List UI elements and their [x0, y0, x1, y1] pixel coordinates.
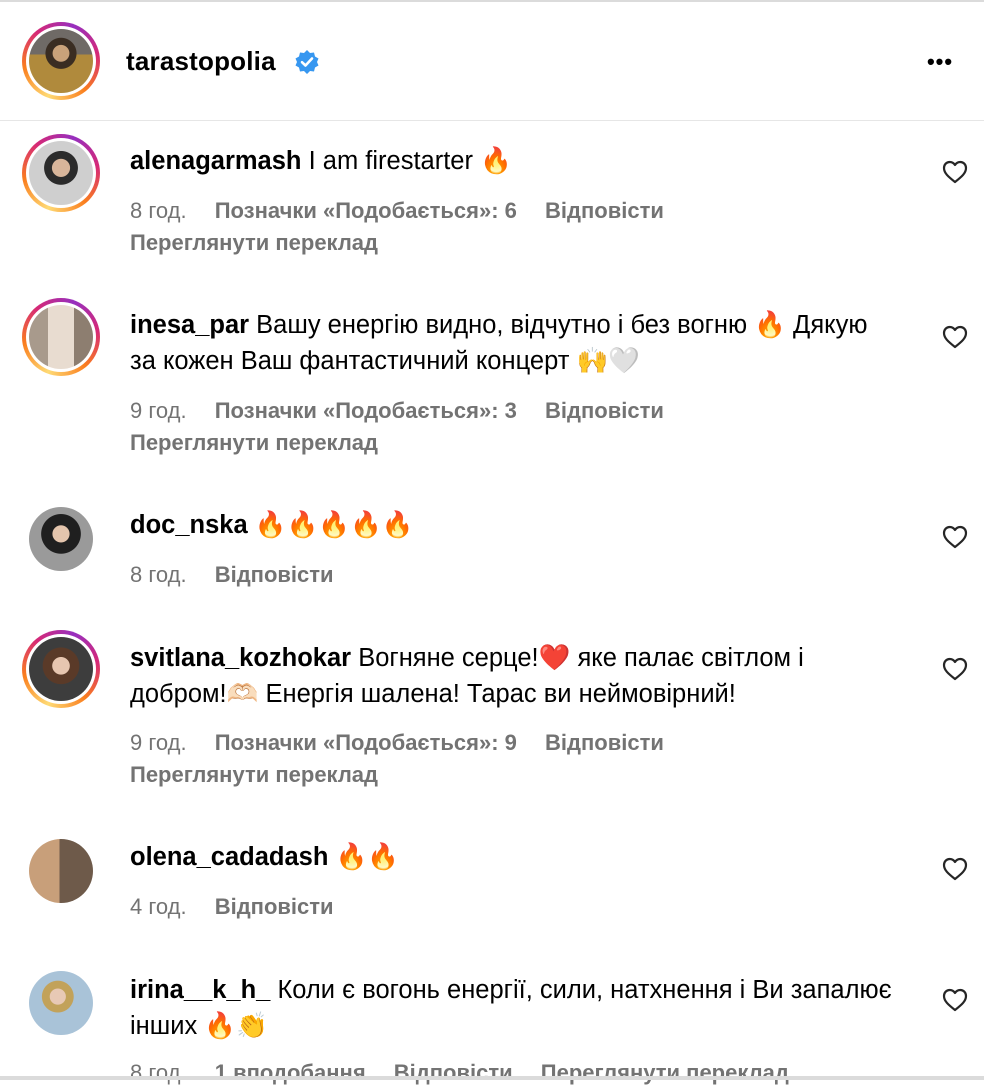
commenter-avatar[interactable]: [29, 637, 93, 701]
comment-likes[interactable]: Позначки «Подобається»: 9: [215, 730, 517, 755]
comment-username[interactable]: inesa_par: [130, 311, 249, 339]
heart-outline-icon[interactable]: [942, 325, 968, 349]
comment-meta: 4 год. Відповісти: [130, 894, 356, 920]
more-options-icon[interactable]: •••: [920, 48, 960, 76]
comment-likes[interactable]: Позначки «Подобається»: 3: [215, 398, 517, 423]
comment-username[interactable]: irina__k_h_: [130, 976, 270, 1004]
see-translation-button[interactable]: Переглянути переклад: [130, 762, 378, 788]
comment-username[interactable]: doc_nska: [130, 511, 248, 539]
comment-body: I am firestarter 🔥: [308, 147, 512, 175]
comment-text: alenagarmash I am firestarter 🔥: [130, 143, 900, 179]
comment-time[interactable]: 9 год.: [130, 730, 187, 755]
commenter-avatar[interactable]: [29, 507, 93, 571]
see-translation-button[interactable]: Переглянути переклад: [130, 230, 378, 256]
comment-meta: 9 год. Позначки «Подобається»: 3 Відпові…: [130, 398, 686, 424]
commenter-avatar[interactable]: [29, 305, 93, 369]
comment-meta: 8 год. Відповісти: [130, 562, 356, 588]
comment-time[interactable]: 4 год.: [130, 894, 187, 919]
comment-text: irina__k_h_ Коли є вогонь енергії, сили,…: [130, 972, 900, 1044]
comment-username[interactable]: olena_cadadash: [130, 843, 328, 871]
reply-button[interactable]: Відповісти: [215, 562, 334, 587]
heart-outline-icon[interactable]: [942, 160, 968, 184]
comment-text: olena_cadadash 🔥🔥: [130, 839, 900, 875]
comment-text: svitlana_kozhokar Вогняне серце!❤️ яке п…: [130, 640, 900, 712]
see-translation-button[interactable]: Переглянути переклад: [130, 430, 378, 456]
commenter-avatar[interactable]: [29, 141, 93, 205]
heart-outline-icon[interactable]: [942, 988, 968, 1012]
comment-likes[interactable]: 1 вподобання: [215, 1060, 366, 1085]
comment-text: inesa_par Вашу енергію видно, відчутно і…: [130, 307, 900, 379]
heart-outline-icon[interactable]: [942, 657, 968, 681]
reply-button[interactable]: Відповісти: [394, 1060, 513, 1085]
comment-text: doc_nska 🔥🔥🔥🔥🔥: [130, 507, 900, 543]
author-avatar[interactable]: [29, 29, 93, 93]
commenter-avatar[interactable]: [29, 839, 93, 903]
comment-body: 🔥🔥: [335, 843, 400, 871]
comment-meta: 8 год. Позначки «Подобається»: 6 Відпові…: [130, 198, 686, 224]
comment-likes[interactable]: Позначки «Подобається»: 6: [215, 198, 517, 223]
heart-outline-icon[interactable]: [942, 525, 968, 549]
comment-time[interactable]: 9 год.: [130, 398, 187, 423]
commenter-avatar[interactable]: [29, 971, 93, 1035]
see-translation-button[interactable]: Переглянути переклад: [541, 1060, 789, 1085]
post-header: tarastopolia •••: [0, 2, 984, 121]
comment-time[interactable]: 8 год.: [130, 198, 187, 223]
reply-button[interactable]: Відповісти: [545, 398, 664, 423]
reply-button[interactable]: Відповісти: [215, 894, 334, 919]
reply-button[interactable]: Відповісти: [545, 730, 664, 755]
comment-body: 🔥🔥🔥🔥🔥: [254, 511, 414, 539]
comment-meta: 8 год. 1 вподобання Відповісти Перегляну…: [130, 1060, 811, 1086]
comment-meta: 9 год. Позначки «Подобається»: 9 Відпові…: [130, 730, 686, 756]
author-username[interactable]: tarastopolia: [126, 46, 276, 77]
comment-time[interactable]: 8 год.: [130, 1060, 187, 1085]
comment-time[interactable]: 8 год.: [130, 562, 187, 587]
comment-username[interactable]: alenagarmash: [130, 147, 302, 175]
verified-badge-icon: [295, 50, 319, 74]
comment-username[interactable]: svitlana_kozhokar: [130, 644, 351, 672]
heart-outline-icon[interactable]: [942, 857, 968, 881]
bottom-divider: [0, 1076, 984, 1080]
reply-button[interactable]: Відповісти: [545, 198, 664, 223]
